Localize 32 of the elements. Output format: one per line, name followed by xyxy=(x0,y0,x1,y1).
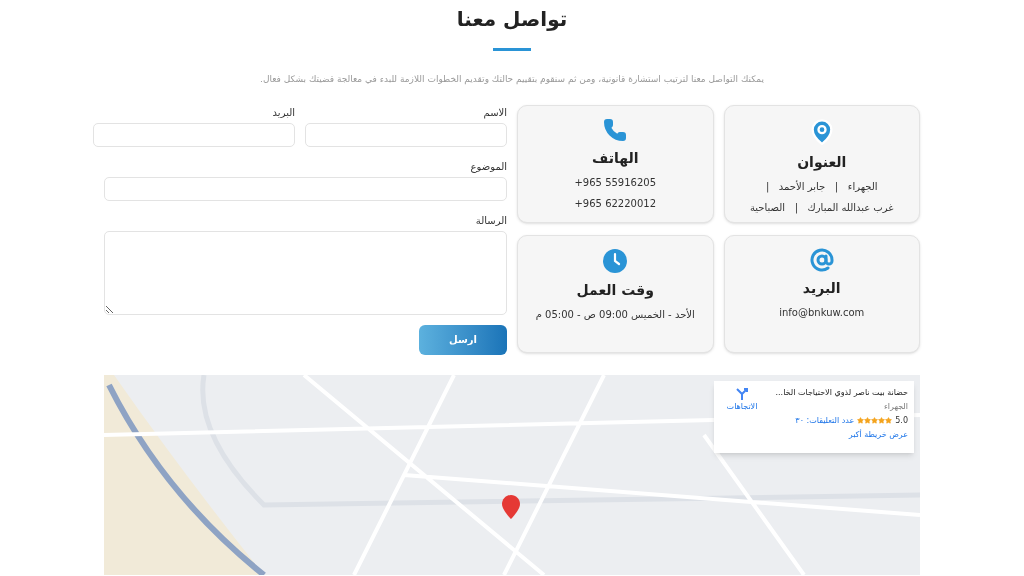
submit-button[interactable]: ارسل xyxy=(419,324,507,355)
clock-icon xyxy=(602,248,629,274)
card-text: info@bnkuw.com xyxy=(779,306,865,320)
input-field[interactable] xyxy=(93,122,295,147)
card-text: الأحد - الخميس 09:00 ص - 05:00 م xyxy=(535,307,695,322)
location-pin-icon xyxy=(502,494,520,519)
larger-map-link[interactable]: عرض خريطة أكبر xyxy=(768,428,908,441)
phone-icon xyxy=(603,117,628,142)
message-field[interactable] xyxy=(104,230,507,315)
place-name: حضانة بيت ناصر لذوي الاحتياجات الخا... xyxy=(774,386,908,399)
page-title: تواصل معنا xyxy=(456,6,568,33)
field-label: البريد xyxy=(271,105,295,120)
card-title: العنوان xyxy=(797,152,847,173)
card-text: غرب عبدالله المبارك | الصباحية xyxy=(749,200,894,215)
input-field[interactable] xyxy=(104,176,507,201)
field-label: الاسم xyxy=(482,105,507,120)
rating-value: 5.0 xyxy=(895,414,908,427)
input-field[interactable] xyxy=(305,122,507,147)
field-label: الموضوع xyxy=(469,159,507,174)
card-text: +965 55916205 xyxy=(574,175,657,190)
card-title: البريد xyxy=(802,279,841,299)
directions-button[interactable]: الاتجاهات xyxy=(720,386,764,447)
card-text: الجهراء | جابر الأحمد | xyxy=(765,179,878,194)
reviews-link[interactable]: عدد التعليقات: ٣٠ xyxy=(795,414,855,427)
intro-text: يمكنك التواصل معنا لترتيب استشارة قانونية، ومن ثم سنقوم بتقييم حالتك وتقديم الخطوات اللازمة للبدء في معالجة قضيتك بشكل فعال. xyxy=(260,73,764,87)
card-text: +965 62220012 xyxy=(574,196,657,211)
card-title: وقت العمل xyxy=(576,281,654,301)
directions-icon xyxy=(735,386,749,401)
card-title: الهاتف xyxy=(592,148,639,169)
place-area: الجهراء xyxy=(768,400,908,413)
field-label: الرسالة xyxy=(474,213,507,228)
at-sign-icon xyxy=(809,248,834,272)
